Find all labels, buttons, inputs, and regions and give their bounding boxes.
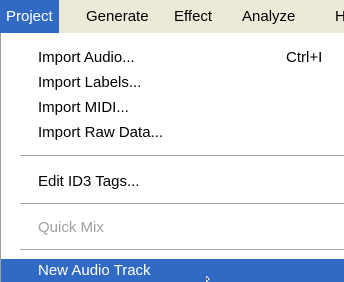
project-menu-dropdown: Import Audio... Ctrl+I Import Labels... … [0, 33, 344, 282]
mouse-pointer-icon [206, 276, 210, 282]
menu-item-label: Edit ID3 Tags... [38, 173, 140, 190]
menu-separator [20, 155, 344, 156]
menu-generate[interactable]: Generate [80, 0, 155, 33]
menu-separator [20, 249, 344, 250]
menu-item-label: New Audio Track [38, 262, 151, 279]
menu-project[interactable]: Project [0, 0, 59, 33]
menu-item-import-audio[interactable]: Import Audio... Ctrl+I [1, 46, 344, 70]
menu-item-quick-mix: Quick Mix [1, 216, 344, 240]
menu-item-edit-id3-tags[interactable]: Edit ID3 Tags... [1, 170, 344, 194]
menu-separator [20, 203, 344, 204]
menu-bar: Project Generate Effect Analyze H [0, 0, 344, 33]
menu-item-label: Import Raw Data... [38, 124, 164, 141]
menu-item-label: Quick Mix [38, 219, 104, 236]
menu-effect[interactable]: Effect [168, 0, 218, 33]
menu-item-label: Import Audio... [38, 49, 135, 66]
menu-help[interactable]: H [329, 0, 344, 33]
menu-item-import-midi[interactable]: Import MIDI... [1, 96, 344, 120]
menu-item-import-labels[interactable]: Import Labels... [1, 71, 344, 95]
menu-item-import-raw-data[interactable]: Import Raw Data... [1, 121, 344, 145]
menu-item-label: Import Labels... [38, 74, 142, 91]
menu-item-new-audio-track[interactable]: New Audio Track [1, 259, 344, 282]
menu-item-shortcut: Ctrl+I [286, 49, 323, 66]
menu-item-label: Import MIDI... [38, 99, 129, 116]
menu-analyze[interactable]: Analyze [236, 0, 301, 33]
